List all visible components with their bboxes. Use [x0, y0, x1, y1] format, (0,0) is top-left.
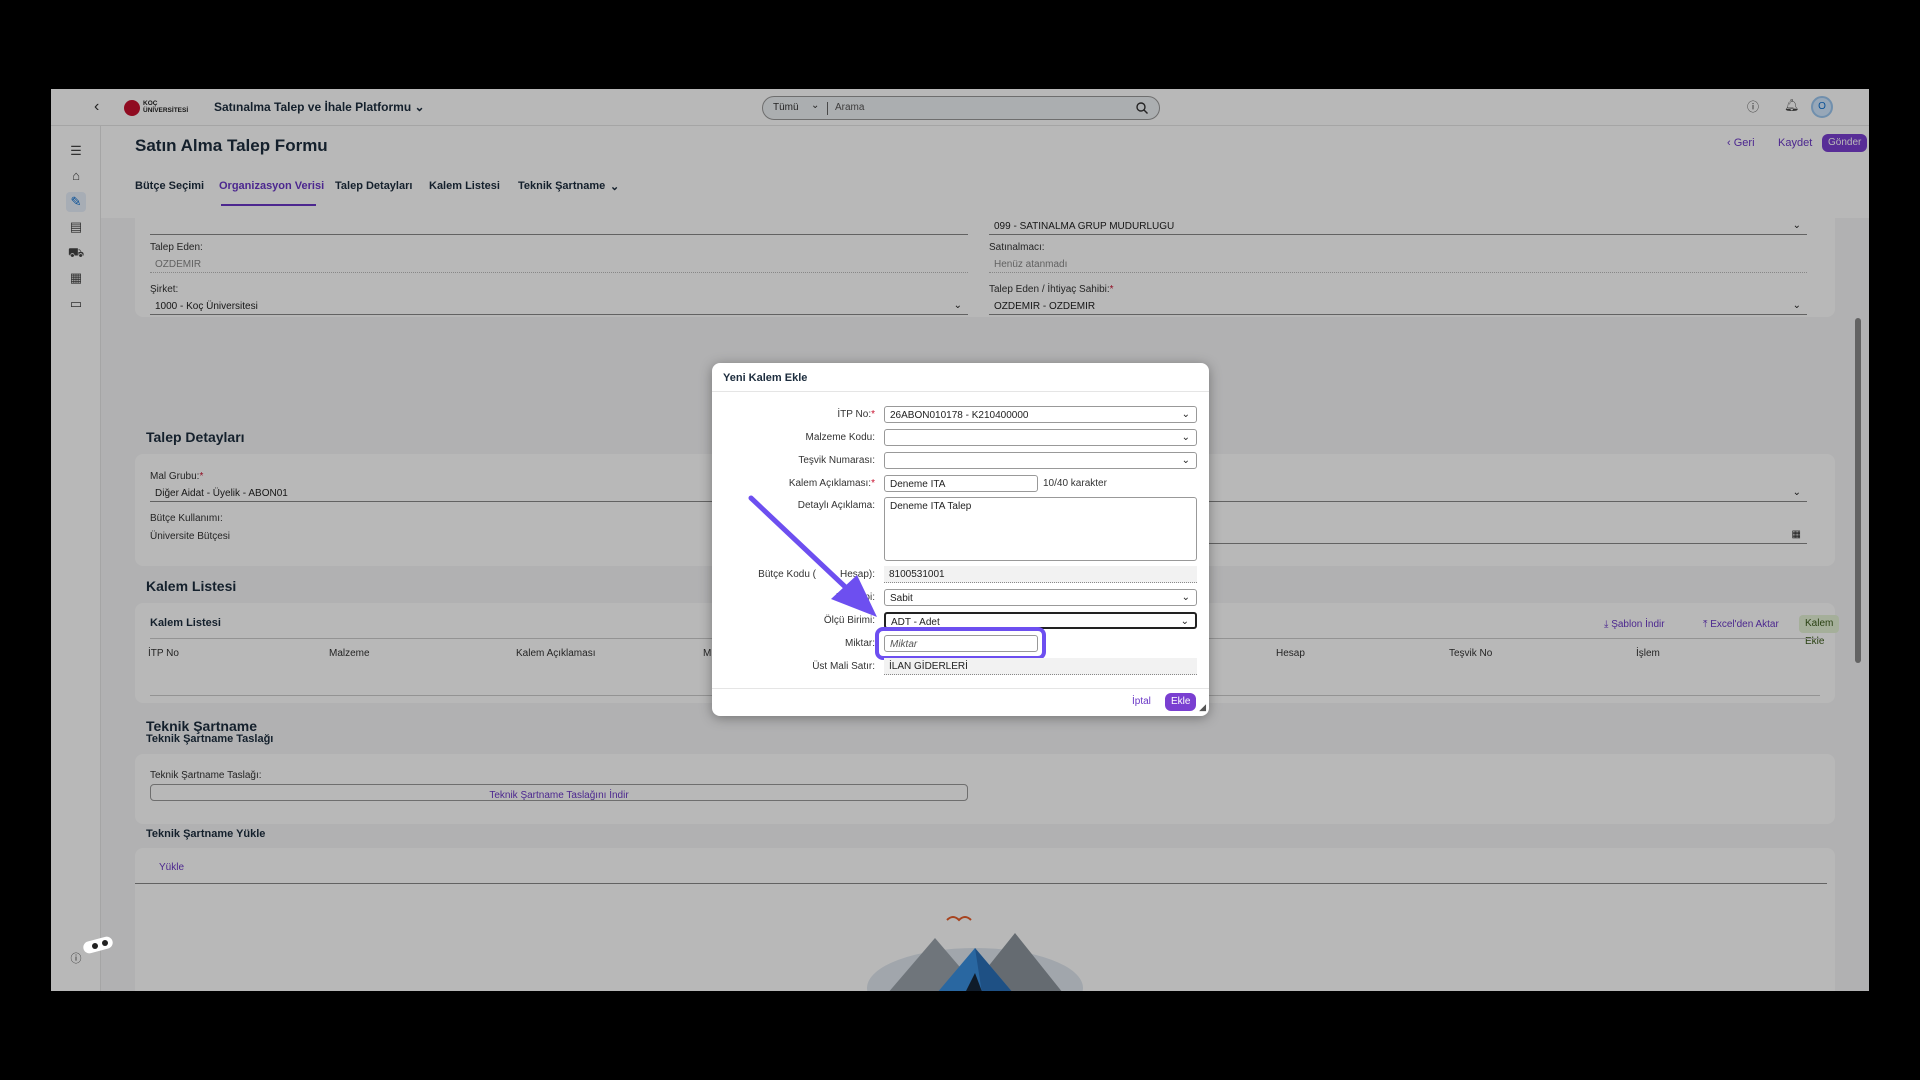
kalem-aciklama-counter: 10/40 karakter — [1043, 478, 1107, 489]
chevron-down-icon: ⌄ — [1181, 432, 1190, 443]
detay-textarea[interactable]: Deneme ITA Talep — [884, 497, 1197, 561]
ust-mali-field: İLAN GİDERLERİ — [884, 658, 1197, 675]
divider — [712, 688, 1209, 689]
butce-kodu-field: 8100531001 — [884, 566, 1197, 583]
highlight-box — [875, 627, 1046, 660]
tip-value: Sabit — [890, 593, 913, 604]
itp-select[interactable]: 26ABON010178 - K210400000 ⌄ — [884, 406, 1197, 423]
malzeme-select[interactable]: ⌄ — [884, 429, 1197, 446]
butce-kodu-label-end: Hesap): — [839, 569, 875, 580]
ust-mali-label: Üst Mali Satır: — [812, 661, 875, 672]
chevron-down-icon: ⌄ — [1181, 409, 1190, 420]
chevron-down-icon: ⌄ — [1181, 455, 1190, 466]
new-item-dialog: Yeni Kalem Ekle İTP No:* 26ABON010178 - … — [712, 363, 1209, 716]
butce-kodu-label-start: Bütçe Kodu ( — [758, 569, 816, 580]
olcu-birimi-label: Ölçü Birimi: — [823, 615, 875, 626]
add-button[interactable]: Ekle — [1165, 693, 1197, 711]
kalem-aciklama-input[interactable]: Deneme ITA — [884, 475, 1038, 492]
malzeme-label: Malzeme Kodu: — [805, 432, 875, 443]
itp-value: 26ABON010178 - K210400000 — [890, 410, 1029, 421]
kalem-aciklama-label-text: Kalem Açıklaması: — [788, 478, 872, 489]
app-window: ‹ KOÇ ÜNİVERSİTESİ Satınalma Talep ve İha… — [51, 89, 1869, 991]
tesvik-label: Teşvik Numarası: — [798, 455, 875, 466]
tesvik-select[interactable]: ⌄ — [884, 452, 1197, 469]
cancel-button[interactable]: İptal — [1132, 696, 1151, 707]
itp-label: İTP No:* — [837, 409, 875, 420]
tip-select[interactable]: Sabit ⌄ — [884, 589, 1197, 606]
divider — [712, 391, 1209, 392]
dialog-title: Yeni Kalem Ekle — [723, 372, 808, 384]
detay-label: Detaylı Açıklama: — [797, 500, 875, 511]
chevron-down-icon: ⌄ — [1180, 616, 1189, 627]
tip-label-start: M — [835, 592, 845, 603]
miktar-label: Miktar: — [845, 638, 875, 649]
resize-grip-icon[interactable]: ◢ — [1199, 702, 1206, 713]
assistant-mascot-icon[interactable] — [81, 935, 117, 955]
chevron-down-icon: ⌄ — [1181, 592, 1190, 603]
butce-kodu-label: Bütçe Kodu ( Hesap): — [758, 569, 875, 580]
kalem-aciklama-label: Kalem Açıklaması:* — [788, 478, 875, 489]
tip-label-end: ipi: — [862, 592, 875, 603]
tip-label: Mipi: — [836, 592, 875, 603]
itp-label-text: İTP No: — [837, 409, 872, 420]
